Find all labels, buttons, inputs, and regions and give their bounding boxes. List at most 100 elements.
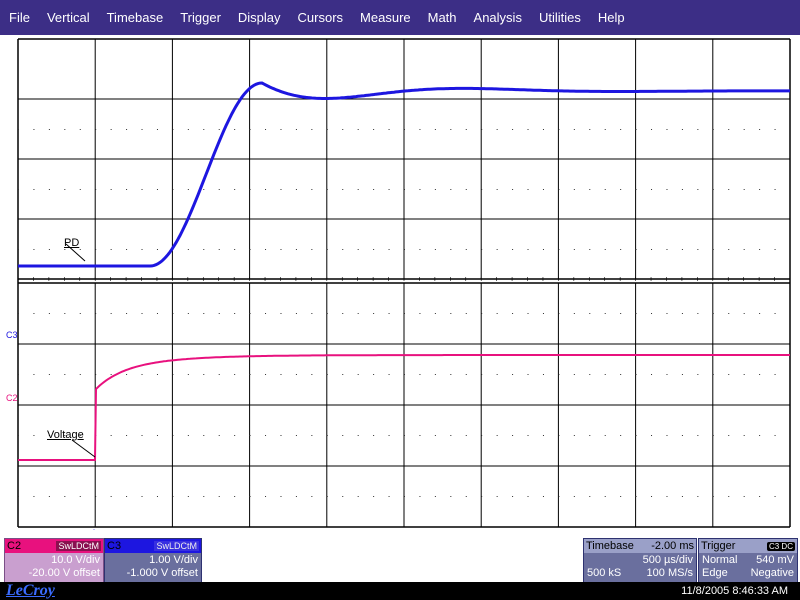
grid-dot [589, 313, 591, 314]
menu-vertical[interactable]: Vertical [38, 0, 98, 35]
grid-dot [172, 374, 174, 375]
c3-ground-marker[interactable]: C3 [6, 330, 18, 340]
grid-dot [48, 374, 50, 375]
grid-dot [280, 189, 282, 190]
grid-dot [33, 249, 35, 250]
grid-dot [666, 435, 668, 436]
grid-dot [774, 129, 776, 130]
grid-dot [681, 129, 683, 130]
grid-dot [728, 129, 730, 130]
c2-ground-marker[interactable]: C2 [6, 393, 18, 403]
grid-dot [481, 249, 483, 250]
grid-dot [697, 313, 699, 314]
trigger-panel[interactable]: Trigger C3 DC Normal 540 mV Edge Negativ… [698, 538, 798, 583]
trigger-level: 540 mV [756, 553, 794, 566]
grid-dot [666, 189, 668, 190]
menu-display[interactable]: Display [229, 0, 289, 35]
grid-dot [156, 374, 158, 375]
c3-channel-panel[interactable]: C3 SwLDCtM 1.00 V/div -1.000 V offset [104, 538, 202, 583]
grid-dot [465, 249, 467, 250]
grid-dot [681, 435, 683, 436]
grid-dot [203, 129, 205, 130]
menu-timebase[interactable]: Timebase [98, 0, 172, 35]
grid-dot [404, 496, 405, 497]
grid-dot [712, 435, 714, 436]
waveform-display[interactable]: PD Voltage C3 C2 [0, 35, 800, 530]
grid-dot [697, 189, 699, 190]
grid-dot [18, 435, 19, 436]
grid-dot [172, 496, 174, 497]
grid-dot [156, 129, 158, 130]
menu-utilities[interactable]: Utilities [530, 0, 589, 35]
grid-dot [759, 313, 761, 314]
grid-dot [759, 374, 761, 375]
grid-dot [280, 374, 282, 375]
grid-dot [481, 435, 483, 436]
grid-dot [681, 189, 683, 190]
grid-dot [558, 129, 560, 130]
timebase-div-row: 500 µs/div [584, 553, 696, 566]
grid-dot [234, 129, 236, 130]
grid-dot [141, 129, 143, 130]
grid-dot [558, 189, 560, 190]
grid-dot [604, 435, 606, 436]
grid-dot [573, 435, 575, 436]
c3-scale: 1.00 V/div [149, 553, 198, 566]
grid-dot [342, 129, 344, 130]
grid-dot [48, 496, 50, 497]
grid-dot [573, 374, 575, 375]
grid-dot [697, 129, 699, 130]
grid-dot [558, 496, 560, 497]
grid-dot [604, 313, 606, 314]
grid-dot [79, 496, 81, 497]
timebase-panel[interactable]: Timebase -2.00 ms 500 µs/div 500 kS 100 … [583, 538, 697, 583]
menu-help[interactable]: Help [589, 0, 633, 35]
grid-dot [311, 435, 313, 436]
grid-dot [620, 435, 622, 436]
grid-dot [388, 435, 390, 436]
grid-dot [712, 496, 714, 497]
pd-trace-label: PD [64, 237, 80, 249]
grid-dot [234, 435, 236, 436]
grid-dot [326, 129, 328, 130]
menu-file[interactable]: File [0, 0, 38, 35]
grid-dot [388, 249, 390, 250]
menu-trigger[interactable]: Trigger [171, 0, 229, 35]
grid-dot [542, 496, 544, 497]
grid-dot [666, 496, 668, 497]
grid-dot [373, 129, 375, 130]
c2-channel-panel[interactable]: C2 SwLDCtM 10.0 V/div -20.00 V offset [4, 538, 104, 583]
grid-dot [357, 435, 359, 436]
grid-dot [759, 129, 761, 130]
grid-dot [203, 496, 205, 497]
c3-panel-header: C3 SwLDCtM [105, 539, 201, 553]
menu-math[interactable]: Math [419, 0, 465, 35]
status-datetime: 11/8/2005 8:46:33 AM [681, 585, 788, 597]
grid-dot [18, 374, 19, 375]
grid-dot [604, 374, 606, 375]
c3-offset: -1.000 V offset [126, 566, 198, 579]
grid-dot [496, 249, 498, 250]
grid-dot [187, 435, 189, 436]
grid-dot [620, 129, 622, 130]
grid-dot [249, 313, 251, 314]
grid-dot [589, 129, 591, 130]
menu-analysis[interactable]: Analysis [465, 0, 530, 35]
menu-bar: File Vertical Timebase Trigger Display C… [0, 0, 800, 35]
grid-dot [774, 249, 776, 250]
grid-dot [496, 313, 498, 314]
grid-dot [465, 313, 467, 314]
grid-dot [126, 313, 128, 314]
grid-dot [280, 129, 282, 130]
menu-measure[interactable]: Measure [351, 0, 419, 35]
menu-cursors[interactable]: Cursors [289, 0, 352, 35]
grid-dot [434, 496, 436, 497]
grid-dot [635, 435, 637, 436]
grid-dot [404, 129, 405, 130]
grid-dot [95, 374, 97, 375]
grid-dot [172, 129, 174, 130]
status-bar: LeCroy 11/8/2005 8:46:33 AM [0, 582, 800, 600]
grid-dot [450, 313, 452, 314]
grid-dot [743, 496, 745, 497]
grid-dot [326, 374, 328, 375]
